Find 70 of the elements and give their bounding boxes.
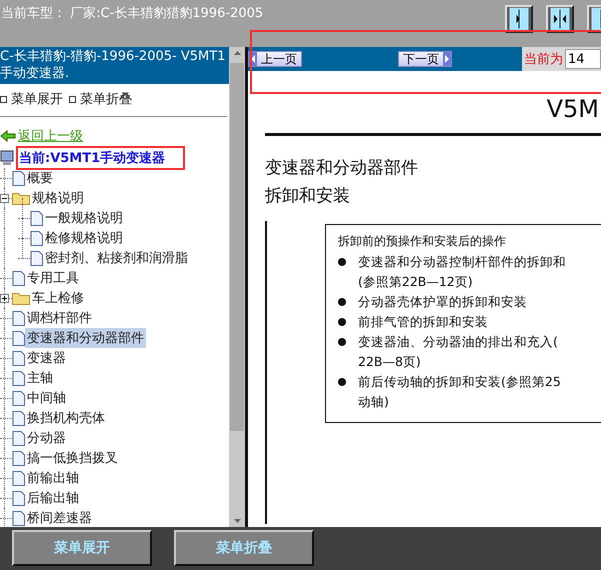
menu-link[interactable]: 菜单折叠 [69,90,132,108]
document-icon [12,350,25,366]
document-icon [12,470,25,486]
bullet-icon [338,378,346,386]
toolbar-button[interactable] [505,5,533,33]
bullet-text: 变速器油、分动器油的排出和充入( [358,333,558,351]
bullet-text: 22B—8页) [358,353,422,371]
tree-item[interactable]: 一般规格说明 [43,208,125,228]
document-icon [12,430,25,446]
document-icon [30,210,43,226]
document-heading: 变速器和分动器部件 [265,157,419,179]
menu-link[interactable]: 菜单展开 [0,90,63,108]
tree-item[interactable]: 前输出轴 [25,468,81,488]
document-icon [12,490,25,506]
sidebar-header: C-长丰猎豹-猎豹-1996-2005- V5MT1手动变速器. [0,47,229,84]
document-icon [12,510,25,526]
previous-page-button[interactable]: 上一页 [248,51,302,67]
tree-item[interactable]: 检修规格说明 [43,228,125,248]
document-icon [30,250,43,266]
section-code: V5M [546,95,599,125]
tree-item[interactable]: 中间轴 [25,388,68,408]
page-label: 当前为 [524,51,563,68]
tree-item[interactable]: 变速器和分动器部件 [25,328,146,348]
vehicle-title: 当前车型： 厂家:C-长丰猎豹猎豹1996-2005 [1,5,264,22]
tree-item[interactable]: 专用工具 [25,268,81,288]
tree-item[interactable]: 概要 [25,168,55,188]
right-arrow-icon [443,52,451,66]
document-icon [12,410,25,426]
bullet-text: 前排气管的拆卸和安装 [358,313,488,331]
next-page-button[interactable]: 下一页 [398,51,452,67]
bullet-text: 分动器壳体护罩的拆卸和安装 [358,293,527,311]
tree-item[interactable]: 密封剂、粘接剂和润滑脂 [43,248,190,268]
document-icon [12,450,25,466]
tree-item[interactable]: 分动器 [25,428,68,448]
tree-item[interactable]: 调档杆部件 [25,308,94,328]
folder-icon [12,291,30,305]
document-icon [30,230,43,246]
tree-item[interactable]: 搞一低换挡拨叉 [25,448,120,468]
expand-toggle[interactable] [0,294,9,302]
bullet-icon [338,258,346,266]
bullet-text: 前后传动轴的拆卸和安装(参照第25 [358,373,561,391]
back-arrow-icon [0,130,16,142]
folder-icon [12,191,30,205]
collapse-toggle[interactable] [0,194,9,202]
document-icon [12,170,25,186]
tree-item[interactable]: 规格说明 [30,188,86,208]
tree-item[interactable]: 变速器 [25,348,68,368]
toolbar-button[interactable] [546,5,574,33]
document-icon [12,270,25,286]
tree-item[interactable]: 车上检修 [30,288,86,308]
bullet-icon [338,338,346,346]
box-title: 拆卸前的预操作和安装后的操作 [338,233,507,250]
document-subheading: 拆卸和安装 [265,185,351,207]
bullet-text: (参照第22B—12页) [358,273,474,291]
plus-icon [1,294,8,302]
current-item: 当前:V5MT1手动变速器 [16,146,186,170]
tree-item[interactable]: 换挡机构壳体 [25,408,107,428]
scrollbar[interactable] [229,47,245,527]
bullet-icon [338,318,346,326]
page-input[interactable]: 14 [565,49,601,69]
bullet-icon [338,298,346,306]
document-icon [12,310,25,326]
tree-item[interactable]: 桥间差速器 [25,508,94,527]
document-icon [12,370,25,386]
document-icon [12,390,25,406]
tree-item[interactable]: 主轴 [25,368,55,388]
bullet-text: 动轴) [358,393,390,411]
computer-icon [0,150,14,166]
bullet-text: 变速器和分动器控制杆部件的拆卸和 [358,253,566,271]
tree-item[interactable]: 后输出轴 [25,488,81,508]
